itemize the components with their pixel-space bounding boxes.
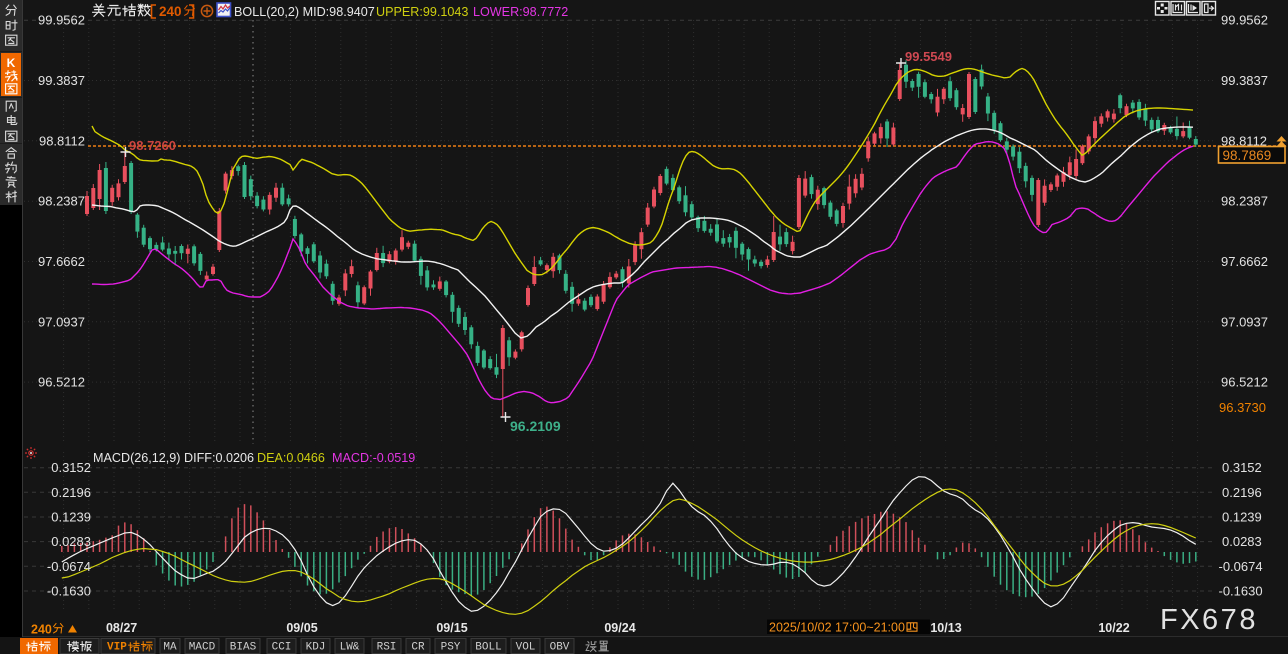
svg-text:CCI: CCI [272,642,292,654]
svg-text:UPPER:99.1043: UPPER:99.1043 [376,5,468,19]
svg-text:99.9562: 99.9562 [38,13,85,28]
svg-text:0.0283: 0.0283 [1222,534,1262,549]
svg-text:K: K [7,56,16,70]
svg-text:97.6662: 97.6662 [38,254,85,269]
svg-text:98.2387: 98.2387 [38,194,85,209]
svg-text:09/05: 09/05 [286,621,317,635]
svg-text:09/24: 09/24 [604,621,635,635]
svg-text:BOLL: BOLL [475,642,501,654]
svg-text:99.9562: 99.9562 [1221,13,1268,28]
svg-text:96.2109: 96.2109 [510,418,561,434]
svg-text:LW&: LW& [340,642,360,654]
svg-text:BIAS: BIAS [230,642,257,654]
svg-text:MACD: MACD [189,642,216,654]
svg-text:99.3837: 99.3837 [38,73,85,88]
svg-text:BOLL(20,2) MID:98.9407: BOLL(20,2) MID:98.9407 [234,5,375,19]
svg-text:-0.0674: -0.0674 [1219,559,1263,574]
svg-text:10/13: 10/13 [930,621,961,635]
svg-text:LOWER:98.7772: LOWER:98.7772 [473,5,568,19]
svg-text:OBV: OBV [550,642,570,654]
svg-text:98.8112: 98.8112 [39,133,85,148]
svg-text:240: 240 [31,623,52,637]
svg-text:98.2387: 98.2387 [1221,194,1268,209]
svg-text:VIP: VIP [107,642,127,654]
svg-text:96.3730: 96.3730 [1219,400,1266,415]
svg-text:0.1239: 0.1239 [51,510,91,525]
svg-text:96.5212: 96.5212 [1221,375,1268,390]
svg-text:-0.1630: -0.1630 [1219,583,1263,598]
svg-text:08/27: 08/27 [106,621,137,635]
svg-text:VOL: VOL [516,642,536,654]
svg-text:KDJ: KDJ [306,642,326,654]
svg-text:99.5549: 99.5549 [905,49,952,64]
svg-text:97.6662: 97.6662 [1221,254,1268,269]
svg-text:99.3837: 99.3837 [1221,73,1268,88]
svg-text:2025/10/02 17:00~21:00: 2025/10/02 17:00~21:00 [769,621,905,635]
svg-text:0.3152: 0.3152 [1222,460,1262,475]
svg-text:98.7260: 98.7260 [129,138,176,153]
svg-text:MACD:-0.0519: MACD:-0.0519 [332,451,415,465]
svg-text:FX678: FX678 [1160,604,1258,636]
svg-text:DEA:0.0466: DEA:0.0466 [257,451,325,465]
svg-text:97.0937: 97.0937 [38,314,85,329]
svg-text:97.0937: 97.0937 [1221,314,1268,329]
svg-text:CR: CR [411,642,425,654]
svg-text:0.1239: 0.1239 [1222,510,1262,525]
svg-text:RSI: RSI [377,642,397,654]
svg-text:MACD(26,12,9) DIFF:0.0206: MACD(26,12,9) DIFF:0.0206 [93,451,254,465]
svg-text:-0.1630: -0.1630 [47,583,91,598]
svg-text:96.5212: 96.5212 [38,375,85,390]
svg-text:240: 240 [159,4,182,19]
svg-text:PSY: PSY [441,642,461,654]
svg-text:0.2196: 0.2196 [51,485,91,500]
svg-text:0.0283: 0.0283 [51,534,91,549]
svg-text:98.7869: 98.7869 [1223,148,1272,163]
svg-text:09/15: 09/15 [436,621,467,635]
svg-text:-0.0674: -0.0674 [47,559,91,574]
svg-text:MA: MA [163,642,177,654]
svg-text:0.3152: 0.3152 [51,460,91,475]
svg-text:10/22: 10/22 [1098,621,1129,635]
svg-text:0.2196: 0.2196 [1222,485,1262,500]
